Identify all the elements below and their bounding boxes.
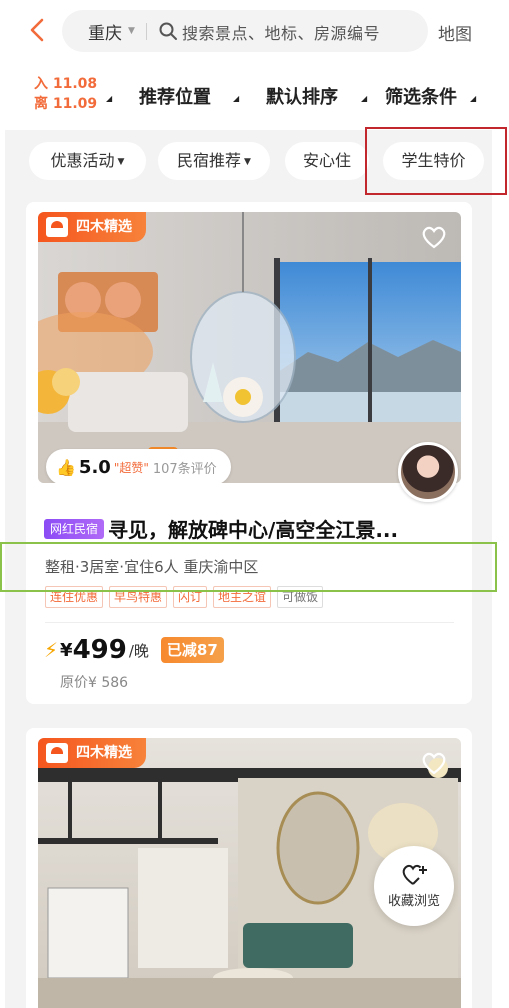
search-icon [159,22,177,40]
badge-label: 四木精选 [76,219,132,235]
listing-title-row[interactable]: 网红民宿 寻见，解放碑中心/高空全江景... [44,514,464,542]
date-caret-icon: ◢ [106,94,113,103]
original-price: 原价¥ 586 [60,675,129,691]
chevron-down-icon: ▼ [244,156,251,167]
search-divider [146,23,147,40]
filter-caret-icon: ◢ [470,94,477,103]
app-screen: 重庆 ▼ 搜索景点、地标、房源编号 地图 入 11.08 离 11.09 ◢ 推… [0,0,509,1008]
featured-badge: 四木精选 [38,212,146,242]
chip-safe-stay[interactable]: 安心住 [285,142,369,180]
heart-icon[interactable] [419,748,449,778]
checkout-date: 离 11.09 [34,96,98,112]
rating-score: 5.0 [78,456,111,478]
checkin-date: 入 11.08 [34,76,98,92]
hot-tag: 网红民宿 [44,518,105,539]
default-caret-icon: ◢ [361,94,368,103]
search-box[interactable]: 重庆 ▼ 搜索景点、地标、房源编号 [62,10,428,52]
back-arrow-icon[interactable] [24,14,52,46]
rating-pill: 👍 5.0 "超赞" 107条评价 [46,449,231,483]
review-count: 107条评价 [152,461,217,477]
host-avatar[interactable] [398,442,458,502]
lightning-icon: ⚡ [44,638,59,662]
badge-label: 四木精选 [76,745,132,761]
heart-icon[interactable] [419,222,449,252]
location-caret-icon: ◢ [233,94,240,103]
listing-photo[interactable]: 四木精选 👍 5.0 "超赞" 107条评价 [38,212,461,483]
room-photo-illustration [38,212,461,483]
brand-logo-icon [46,743,68,763]
top-bar: 重庆 ▼ 搜索景点、地标、房源编号 地图 [0,0,509,62]
city-selector[interactable]: 重庆 [88,19,122,44]
featured-badge: 四木精选 [38,738,146,768]
price-value: 499 [72,635,127,665]
rating-tag: "超赞" [113,460,149,475]
sort-bar: 入 11.08 离 11.09 ◢ 推荐位置 ◢ 默认排序 ◢ 筛选条件 ◢ [0,62,509,130]
favorites-browse-label: 收藏浏览 [387,894,440,909]
thumbs-up-icon: 👍 [56,457,76,477]
chip-label: 安心住 [302,151,351,170]
date-selector[interactable]: 入 11.08 离 11.09 [34,74,97,114]
price-row: ⚡ ¥ 499 /晚 已减87 [44,635,224,665]
listing-title: 寻见，解放碑中心/高空全江景... [108,518,399,542]
brand-logo-icon [46,217,68,237]
chevron-down-icon: ▼ [117,156,125,167]
chip-promotions[interactable]: 优惠活动 ▼ [29,142,146,180]
heart-plus-icon [402,864,427,885]
highlight-box-red [365,127,507,195]
sort-filter[interactable]: 筛选条件 [385,83,457,109]
price-unit: /晚 [128,641,149,660]
chip-label: 民宿推荐 [177,151,242,170]
card-divider [45,622,454,623]
city-caret-icon: ▼ [128,26,135,36]
discount-badge: 已减87 [160,637,224,663]
chip-label: 优惠活动 [50,151,115,170]
search-input[interactable]: 搜索景点、地标、房源编号 [182,20,380,44]
highlight-box-green [0,542,497,592]
map-button[interactable]: 地图 [438,20,472,45]
sort-default[interactable]: 默认排序 [266,83,338,109]
listing-card[interactable]: 四木精选 👍 5.0 "超赞" 107条评价 网红民宿 寻见，解放碑中心/高空全江… [26,202,472,704]
currency-symbol: ¥ [60,639,73,661]
chip-bnb-recommend[interactable]: 民宿推荐 ▼ [158,142,270,180]
sort-location[interactable]: 推荐位置 [139,83,211,109]
listing-card[interactable]: 四木精选 收藏浏览 [26,728,472,1008]
favorites-browse-button[interactable]: 收藏浏览 [374,846,454,926]
